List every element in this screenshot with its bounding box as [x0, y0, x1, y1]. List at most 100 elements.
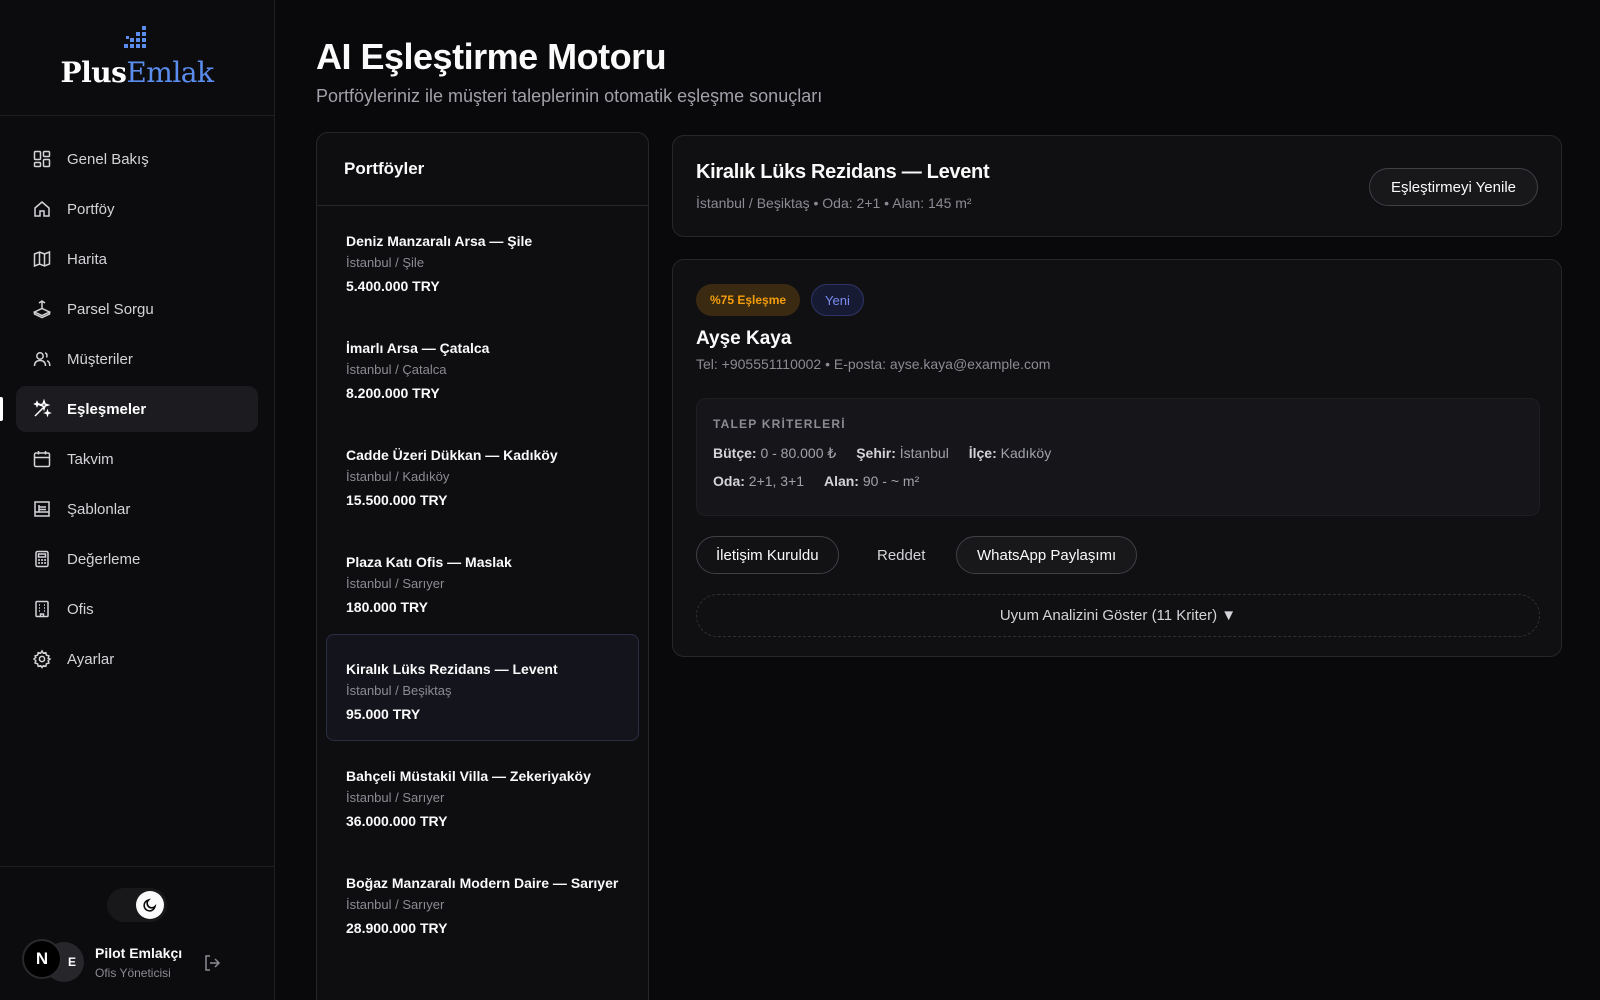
sidebar-item-genel-bakis[interactable]: Genel Bakış: [16, 136, 258, 182]
show-compatibility-analysis-button[interactable]: Uyum Analizini Göster (11 Kriter) ▼: [696, 594, 1540, 637]
dashboard-icon: [32, 149, 52, 169]
portfolio-item[interactable]: Plaza Katı Ofis — Maslak İstanbul / Sarı…: [326, 527, 639, 634]
client-contact: Tel: +905551110002 • E-posta: ayse.kaya@…: [696, 356, 1051, 372]
sidebar-item-eslesmeler[interactable]: Eşleşmeler: [0, 386, 258, 432]
logo[interactable]: PlusEmlak: [0, 0, 274, 116]
sidebar-item-musteriler[interactable]: Müşteriler: [16, 336, 258, 382]
sparkles-icon: [32, 399, 52, 419]
logo-mark-icon: [124, 26, 146, 48]
portfolio-location: İstanbul / Sarıyer: [346, 790, 445, 805]
avatar[interactable]: N: [22, 939, 62, 979]
sidebar-item-label: Takvim: [67, 450, 114, 468]
sidebar-item-label: Portföy: [67, 200, 115, 218]
portfolio-title: Cadde Üzeri Dükkan — Kadıköy: [346, 447, 558, 463]
portfolio-title: Boğaz Manzaralı Modern Daire — Sarıyer: [346, 875, 619, 891]
criteria-title: TALEP KRİTERLERİ: [713, 417, 846, 431]
portfolio-price: 180.000 TRY: [346, 599, 428, 615]
client-name: Ayşe Kaya: [696, 328, 792, 349]
page-subtitle: Portföyleriniz ile müşteri taleplerinin …: [316, 86, 823, 106]
contact-established-button[interactable]: İletişim Kuruldu: [696, 536, 839, 574]
sidebar-item-label: Harita: [67, 250, 108, 268]
map-icon: [32, 249, 52, 269]
portfolio-price: 5.400.000 TRY: [346, 278, 440, 294]
users-icon: [32, 349, 52, 369]
theme-toggle[interactable]: [107, 888, 167, 922]
portfolio-item[interactable]: Bahçeli Müstakil Villa — Zekeriyaköy İst…: [326, 741, 639, 848]
status-badge: Yeni: [811, 284, 864, 316]
portfolio-title: Plaza Katı Ofis — Maslak: [346, 554, 512, 570]
sidebar-item-degerleme[interactable]: Değerleme: [16, 536, 258, 582]
criteria-budget: Bütçe: 0 - 80.000 ₺: [713, 445, 837, 461]
moon-icon: [136, 891, 164, 919]
portfolio-location: İstanbul / Şile: [346, 255, 425, 270]
user-role: Ofis Yöneticisi: [95, 966, 171, 980]
selected-property-card: Kiralık Lüks Rezidans — Levent İstanbul …: [672, 135, 1562, 237]
portfolio-price: 15.500.000 TRY: [346, 492, 448, 508]
portfolio-title: Kiralık Lüks Rezidans — Levent: [346, 661, 558, 677]
selected-property-meta: İstanbul / Beşiktaş • Oda: 2+1 • Alan: 1…: [696, 195, 972, 211]
criteria-city: Şehir: İstanbul: [856, 445, 949, 461]
portfolio-location: İstanbul / Çatalca: [346, 362, 447, 377]
home-icon: [32, 199, 52, 219]
sidebar-item-parsel-sorgu[interactable]: Parsel Sorgu: [16, 286, 258, 332]
sidebar-item-label: Ofis: [67, 600, 94, 618]
template-icon: [32, 499, 52, 519]
sidebar-item-label: Parsel Sorgu: [67, 300, 154, 318]
portfolio-location: İstanbul / Sarıyer: [346, 576, 445, 591]
brand-name: PlusEmlak: [60, 56, 214, 89]
page-title: AI Eşleştirme Motoru: [316, 36, 667, 77]
logout-icon[interactable]: [202, 953, 222, 973]
match-score-badge: %75 Eşleşme: [696, 284, 801, 316]
portfolio-item[interactable]: Cadde Üzeri Dükkan — Kadıköy İstanbul / …: [326, 420, 639, 527]
criteria-row: Oda: 2+1, 3+1 Alan: 90 - ~ m²: [713, 473, 935, 489]
building-icon: [32, 599, 52, 619]
portfolio-price: 8.200.000 TRY: [346, 385, 440, 401]
portfolio-location: İstanbul / Kadıköy: [346, 469, 450, 484]
criteria-row: Bütçe: 0 - 80.000 ₺ Şehir: İstanbul İlçe…: [713, 445, 1067, 462]
sidebar-item-label: Genel Bakış: [67, 150, 149, 168]
user-name: Pilot Emlakçı: [95, 945, 183, 961]
portfolio-location: İstanbul / Beşiktaş: [346, 683, 452, 698]
request-criteria-box: TALEP KRİTERLERİ Bütçe: 0 - 80.000 ₺ Şeh…: [696, 398, 1540, 516]
sidebar-item-sablonlar[interactable]: Şablonlar: [16, 486, 258, 532]
calendar-icon: [32, 449, 52, 469]
sidebar-item-label: Şablonlar: [67, 500, 131, 518]
land-parcel-icon: [32, 299, 52, 319]
sidebar-item-portfoy[interactable]: Portföy: [16, 186, 258, 232]
sidebar-nav: Genel Bakış Portföy Harita Parsel Sorgu …: [0, 116, 274, 682]
portfolio-item-selected[interactable]: Kiralık Lüks Rezidans — Levent İstanbul …: [326, 634, 639, 741]
portfolio-price: 95.000 TRY: [346, 706, 421, 722]
refresh-matching-button[interactable]: Eşleştirmeyi Yenile: [1368, 168, 1538, 206]
sidebar-item-takvim[interactable]: Takvim: [16, 436, 258, 482]
calculator-icon: [32, 549, 52, 569]
criteria-rooms: Oda: 2+1, 3+1: [713, 473, 805, 489]
criteria-district: İlçe: Kadıköy: [968, 445, 1052, 461]
sidebar-footer: E N Pilot Emlakçı Ofis Yöneticisi: [0, 866, 274, 1000]
criteria-area: Alan: 90 - ~ m²: [823, 473, 920, 489]
sidebar-item-label: Değerleme: [67, 550, 141, 568]
main-content: AI Eşleştirme Motoru Portföyleriniz ile …: [316, 0, 1562, 1000]
sidebar-item-harita[interactable]: Harita: [16, 236, 258, 282]
portfolio-price: 36.000.000 TRY: [346, 813, 448, 829]
portfolio-item[interactable]: İmarlı Arsa — Çatalca İstanbul / Çatalca…: [326, 313, 639, 420]
sidebar-item-ayarlar[interactable]: Ayarlar: [16, 636, 258, 682]
portfolio-price: 28.900.000 TRY: [346, 920, 448, 936]
portfolio-list-panel: Portföyler Deniz Manzaralı Arsa — Şile İ…: [316, 132, 649, 1000]
portfolio-item[interactable]: Boğaz Manzaralı Modern Daire — Sarıyer İ…: [326, 848, 639, 978]
portfolio-title: İmarlı Arsa — Çatalca: [346, 340, 490, 356]
portfolio-title: Deniz Manzaralı Arsa — Şile: [346, 233, 533, 249]
sidebar-item-label: Ayarlar: [67, 650, 115, 668]
whatsapp-share-button[interactable]: WhatsApp Paylaşımı: [956, 536, 1138, 574]
portfolio-panel-title: Portföyler: [317, 133, 648, 206]
reject-button[interactable]: Reddet: [877, 536, 925, 574]
portfolio-title: Bahçeli Müstakil Villa — Zekeriyaköy: [346, 768, 591, 784]
selected-property-title: Kiralık Lüks Rezidans — Levent: [696, 161, 990, 183]
sidebar-item-label: Müşteriler: [67, 350, 133, 368]
match-card: %75 Eşleşme Yeni Ayşe Kaya Tel: +9055511…: [672, 259, 1562, 657]
sidebar-item-ofis[interactable]: Ofis: [16, 586, 258, 632]
gear-icon: [32, 649, 52, 669]
sidebar-item-label: Eşleşmeler: [67, 400, 147, 418]
sidebar: PlusEmlak Genel Bakış Portföy Harita Par…: [0, 0, 275, 1000]
portfolio-item[interactable]: Deniz Manzaralı Arsa — Şile İstanbul / Ş…: [326, 206, 639, 313]
portfolio-location: İstanbul / Sarıyer: [346, 897, 445, 912]
